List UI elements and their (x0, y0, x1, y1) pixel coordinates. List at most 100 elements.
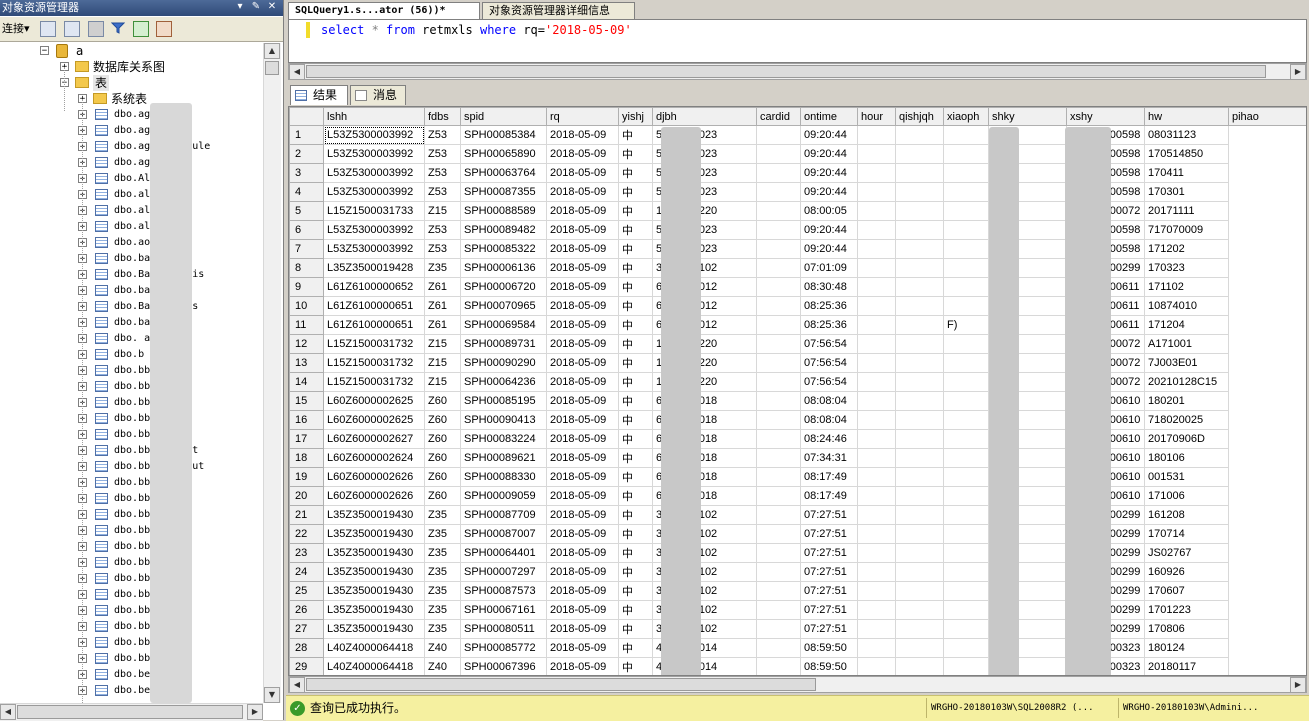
cell-ontime[interactable]: 09:20:44 (800, 182, 858, 202)
cell-xiaoph[interactable] (943, 220, 989, 240)
cell-qishjqh[interactable] (895, 163, 944, 183)
column-header-cardid[interactable]: cardid (756, 107, 801, 126)
table-row[interactable]: 21 L35Z3500019430 Z35 SPH00087709 2018-05-09… (289, 505, 1307, 525)
cell-lshh[interactable]: L35Z3500019430 (323, 524, 425, 544)
cell-ontime[interactable]: 08:08:04 (800, 391, 858, 411)
results-grid[interactable]: lshh fdbs spid rq yishj djbh cardid ontime hour q… (288, 106, 1307, 676)
tree-table-node[interactable]: +dbo.bb slink (0, 363, 260, 379)
cell-cardid[interactable] (756, 315, 801, 335)
column-header-ontime[interactable]: ontime (800, 107, 858, 126)
cell-spid[interactable]: SPH00085195 (460, 391, 547, 411)
tree-table-node[interactable]: +dbo.ag_ step (0, 155, 260, 171)
cell-spid[interactable]: SPH00090290 (460, 353, 547, 373)
tree-folder-node[interactable]: − 表 (0, 75, 260, 91)
cell-qishjqh[interactable] (895, 391, 944, 411)
cell-ontime[interactable]: 09:20:44 (800, 239, 858, 259)
cell-hw[interactable]: A171001 (1144, 334, 1229, 354)
column-header-xshy[interactable]: xshy (1066, 107, 1145, 126)
tree-table-node[interactable]: +dbo.ag_ group (0, 123, 260, 139)
cell-yishj[interactable]: 中 (618, 315, 653, 335)
cell-spid[interactable]: SPH00069584 (460, 315, 547, 335)
column-header-lshh[interactable]: lshh (323, 107, 425, 126)
cell-yishj[interactable]: 中 (618, 391, 653, 411)
cell-xiaoph[interactable] (943, 619, 989, 639)
cell-ontime[interactable]: 08:24:46 (800, 429, 858, 449)
cell-xiaoph[interactable] (943, 258, 989, 278)
cell-qishjqh[interactable] (895, 448, 944, 468)
row-number[interactable]: 3 (289, 163, 324, 183)
row-number[interactable]: 15 (289, 391, 324, 411)
cell-fdbs[interactable]: Z35 (424, 562, 461, 582)
cell-cardid[interactable] (756, 220, 801, 240)
scroll-right-icon[interactable]: ▶ (247, 704, 263, 720)
cell-ontime[interactable]: 07:34:31 (800, 448, 858, 468)
cell-rq[interactable]: 2018-05-09 (546, 524, 619, 544)
cell-fdbs[interactable]: Z53 (424, 239, 461, 259)
tree-table-node[interactable]: +dbo.bbs_ ine (0, 571, 260, 587)
cell-cardid[interactable] (756, 581, 801, 601)
cell-rq[interactable]: 2018-05-09 (546, 486, 619, 506)
cell-hw[interactable]: 001531 (1144, 467, 1229, 487)
cell-cardid[interactable] (756, 486, 801, 506)
cell-cardid[interactable] (756, 296, 801, 316)
cell-lshh[interactable]: L15Z1500031732 (323, 372, 425, 392)
cell-xiaoph[interactable] (943, 182, 989, 202)
cell-rq[interactable]: 2018-05-09 (546, 543, 619, 563)
cell-yishj[interactable]: 中 (618, 505, 653, 525)
tree-database-node[interactable]: − a (0, 43, 260, 59)
cell-hour[interactable] (857, 239, 896, 259)
activity-monitor-icon[interactable] (156, 21, 172, 37)
cell-fdbs[interactable]: Z35 (424, 600, 461, 620)
cell-rq[interactable]: 2018-05-09 (546, 315, 619, 335)
row-number[interactable]: 10 (289, 296, 324, 316)
tree-table-node[interactable]: + dbo.bbs_ n (0, 603, 260, 619)
cell-spid[interactable]: SPH00009059 (460, 486, 547, 506)
tree-table-node[interactable]: + dbo.all (0, 187, 260, 203)
cell-xiaoph[interactable] (943, 201, 989, 221)
table-row[interactable]: 4 L53Z5300003992 Z53 SPH00087355 2018-05-09 中… (289, 182, 1307, 202)
cell-xiaoph[interactable] (943, 581, 989, 601)
cell-qishjqh[interactable] (895, 505, 944, 525)
cell-rq[interactable]: 2018-05-09 (546, 372, 619, 392)
cell-spid[interactable]: SPH00007297 (460, 562, 547, 582)
cell-spid[interactable]: SPH00083224 (460, 429, 547, 449)
cell-xiaoph[interactable] (943, 334, 989, 354)
connect-button[interactable]: 连接▾ (2, 21, 30, 37)
cell-qishjqh[interactable] (895, 277, 944, 297)
sql-text[interactable]: select * from retmxls where rq='2018-05-… (321, 22, 632, 38)
column-header-spid[interactable]: spid (460, 107, 547, 126)
table-row[interactable]: 2 L53Z5300003992 Z53 SPH00065890 2018-05-09 中… (289, 144, 1307, 164)
cell-hw[interactable]: 180124 (1144, 638, 1229, 658)
tree-table-node[interactable]: + dbo.bbs_ (0, 523, 260, 539)
scroll-left-icon[interactable]: ◀ (289, 64, 305, 80)
cell-hw[interactable]: 170411 (1144, 163, 1229, 183)
cell-yishj[interactable]: 中 (618, 638, 653, 658)
cell-yishj[interactable]: 中 (618, 410, 653, 430)
cell-rq[interactable]: 2018-05-09 (546, 334, 619, 354)
cell-qishjqh[interactable] (895, 638, 944, 658)
sql-horizontal-scrollbar[interactable]: ◀ ▶ (288, 63, 1307, 80)
table-row[interactable]: 24 L35Z3500019430 Z35 SPH00007297 2018-05-09… (289, 562, 1307, 582)
cell-hour[interactable] (857, 220, 896, 240)
tree-table-node[interactable]: + dbo.bbs_ ji (0, 619, 260, 635)
row-number[interactable]: 18 (289, 448, 324, 468)
cell-hour[interactable] (857, 334, 896, 354)
cell-hour[interactable] (857, 562, 896, 582)
cell-qishjqh[interactable] (895, 657, 944, 675)
tree-table-node[interactable]: + dbo.bbs ass (0, 395, 260, 411)
tree-table-node[interactable]: + dbo.bao x (0, 283, 260, 299)
cell-cardid[interactable] (756, 543, 801, 563)
cell-spid[interactable]: SPH00067396 (460, 657, 547, 675)
cell-fdbs[interactable]: Z53 (424, 125, 461, 145)
cell-hw[interactable]: 170806 (1144, 619, 1229, 639)
cell-ontime[interactable]: 07:27:51 (800, 543, 858, 563)
cell-xiaoph[interactable] (943, 486, 989, 506)
row-number[interactable]: 2 (289, 144, 324, 164)
cell-fdbs[interactable]: Z15 (424, 353, 461, 373)
cell-rq[interactable]: 2018-05-09 (546, 201, 619, 221)
tree-folder-node[interactable]: + 数据库关系图 (0, 59, 260, 75)
cell-ontime[interactable]: 07:56:54 (800, 353, 858, 373)
cell-ontime[interactable]: 09:20:44 (800, 220, 858, 240)
close-icon[interactable]: ✕ (266, 1, 278, 13)
row-number[interactable]: 6 (289, 220, 324, 240)
